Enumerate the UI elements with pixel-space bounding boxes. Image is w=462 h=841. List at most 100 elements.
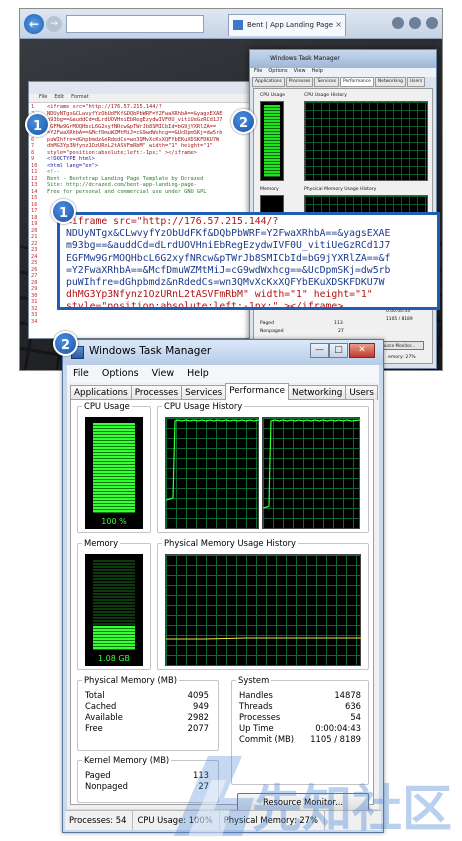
iframe-code-line: NDUyNTgx&CLwvyfYzObUdFKf&DQbPbWRF=Y2FwaX… [66, 228, 391, 240]
cpu-history-graph-core-2 [262, 417, 361, 529]
iframe-code-line: m93bg==&auddCd=dLrdUOVHniEbRegEzydwIVF0U… [66, 240, 391, 252]
browser-tab[interactable]: Bent | App Landing Page × [228, 14, 346, 36]
favorites-star-icon[interactable] [409, 17, 421, 29]
iframe-code-line: <iframe src="http://176.57.215.144/? [66, 216, 279, 227]
tab-users[interactable]: Users [345, 385, 378, 400]
kernel-memory-value: 27 [198, 781, 209, 791]
mini-tab[interactable]: Processes [285, 77, 314, 87]
kernel-memory-title: Kernel Memory (MB) [84, 755, 170, 765]
tab-performance[interactable]: Performance [225, 383, 289, 400]
system-value: 1105 / 8189 [310, 734, 361, 744]
mini-menu-item[interactable]: Options [268, 68, 287, 77]
mini-tab[interactable]: Networking [374, 77, 406, 87]
minimize-button[interactable]: — [310, 343, 329, 358]
iframe-code-line: =Y2FwaXRhbA==&McfDmuWZMtMiJ=cG9wdWxhcg==… [66, 264, 391, 276]
tab-processes[interactable]: Processes [130, 385, 183, 400]
editor-menu-item[interactable]: File [39, 94, 47, 102]
callout-badge-2-source: 2 [231, 109, 256, 134]
mini-menu-item[interactable]: File [254, 68, 262, 77]
cpu-usage-value: 100 % [101, 517, 127, 526]
memory-history-line [166, 637, 361, 640]
home-icon[interactable] [392, 17, 404, 29]
task-manager-tabs: Applications Processes Services Performance… [70, 383, 378, 400]
task-manager-title: Windows Task Manager [89, 345, 212, 357]
forward-arrow-icon[interactable]: → [46, 16, 62, 32]
physical-memory-label: Cached [85, 701, 117, 711]
browser-toolbar-icons [392, 17, 438, 29]
tab-applications[interactable]: Applications [70, 385, 132, 400]
mini-menu-item[interactable]: Help [312, 68, 323, 77]
system-value: 14878 [334, 690, 361, 700]
tab-services[interactable]: Services [181, 385, 227, 400]
back-arrow-icon[interactable]: ← [24, 14, 44, 34]
task-manager-menu-bar: File Options View Help [67, 365, 379, 383]
maximize-button[interactable]: □ [329, 343, 348, 358]
mini-tab[interactable]: Applications [252, 77, 285, 87]
menu-item-options[interactable]: Options [96, 365, 146, 383]
status-item: Processes: 54 [65, 811, 134, 830]
mini-menu-item[interactable]: View [294, 68, 306, 77]
browser-toolbar: ← → Bent | App Landing Page × [20, 9, 442, 39]
mini-memory-label: Memory [260, 187, 279, 192]
kernel-memory-stats: Paged 113 Nonpaged 27 [85, 770, 209, 800]
kernel-memory-value: 113 [193, 770, 209, 780]
system-title: System [238, 675, 270, 685]
editor-menu-item[interactable]: Edit [54, 94, 64, 102]
system-stats: Handles 14878 Threads 636 Processes 54 Up Time… [239, 690, 361, 770]
cpu-history-label: CPU Usage History [164, 401, 243, 411]
cpu-history-graph-core-1 [165, 417, 260, 529]
close-button[interactable]: ✕ [349, 343, 375, 358]
gear-icon[interactable] [426, 17, 438, 29]
mini-cpu-label: CPU Usage [260, 93, 286, 98]
address-bar[interactable] [66, 15, 204, 33]
iframe-code-line: puWIhfre=dGhpbmdz&nRdedCs=wn3QMvXcKxXQFY… [66, 277, 385, 289]
tab-networking[interactable]: Networking [287, 385, 347, 400]
memory-label: Memory [84, 538, 119, 548]
tutorial-figure: ← → Bent | App Landing Page × File Edit Fo… [0, 0, 462, 841]
physical-memory-label: Total [85, 690, 105, 700]
menu-item-file[interactable]: File [67, 365, 96, 383]
mini-cpu-gauge-fill [264, 105, 280, 177]
menu-item-view[interactable]: View [146, 365, 182, 383]
mini-tab[interactable]: Services [314, 77, 339, 87]
mini-kernel-paged-label: Paged [260, 321, 275, 326]
physical-memory-label: Available [85, 712, 123, 722]
memory-gauge-fill [93, 626, 135, 650]
memory-value: 1.08 GB [97, 654, 131, 663]
physical-memory-value: 2077 [187, 723, 209, 733]
callout-badge-1-source: 1 [25, 112, 50, 137]
mini-kernel-paged-value: 113 [334, 321, 343, 326]
physical-memory-stats: Total 4095 Cached 949 Available 2982 Free 2077 [85, 690, 209, 750]
kernel-memory-label: Paged [85, 770, 111, 780]
mini-kernel-nonpaged-label: Nonpaged [260, 329, 284, 334]
tab-close-icon[interactable]: × [335, 15, 342, 35]
kernel-memory-label: Nonpaged [85, 781, 128, 791]
mini-cpu-history-graph [304, 101, 428, 181]
mini-tab[interactable]: Users [406, 77, 426, 87]
system-value: 0:00:04:43 [315, 723, 361, 733]
mini-memory-history-label: Physical Memory Usage History [304, 187, 377, 192]
iframe-code-callout: <iframe src="http://176.57.215.144/? NDUy… [57, 212, 440, 310]
editor-line-number: 34 [31, 318, 38, 325]
mini-tab[interactable]: Performance [340, 77, 374, 87]
memory-history-graph [165, 554, 361, 666]
editor-code-line: Free for personal and commercial use und… [47, 188, 207, 195]
iframe-code-line: style="position:absolute;left:-1px;" ></… [66, 301, 344, 310]
system-label: Up Time [239, 723, 274, 733]
mini-task-manager-menu: File Options View Help [250, 68, 436, 77]
mini-task-manager: Windows Task Manager File Options View Help… [249, 49, 437, 369]
mini-kernel-nonpaged-value: 27 [338, 329, 344, 334]
performance-panel: CPU Usage 100 % CPU Usage History Memory… [70, 399, 374, 812]
page-favicon-icon [233, 20, 243, 30]
physical-memory-title: Physical Memory (MB) [84, 675, 177, 685]
cpu-core-2-line [263, 419, 361, 509]
cpu-usage-gauge-fill [93, 423, 135, 513]
menu-item-help[interactable]: Help [181, 365, 216, 383]
physical-memory-label: Free [85, 723, 103, 733]
editor-menu-item[interactable]: Format [71, 94, 89, 102]
browser-tab-title: Bent | App Landing Page [247, 21, 334, 29]
mini-status-memory: emory: 27% [388, 355, 416, 360]
mini-cpu-gauge [260, 101, 284, 181]
editor-menu-bar: File Edit Format [29, 94, 259, 103]
system-label: Processes [239, 712, 281, 722]
